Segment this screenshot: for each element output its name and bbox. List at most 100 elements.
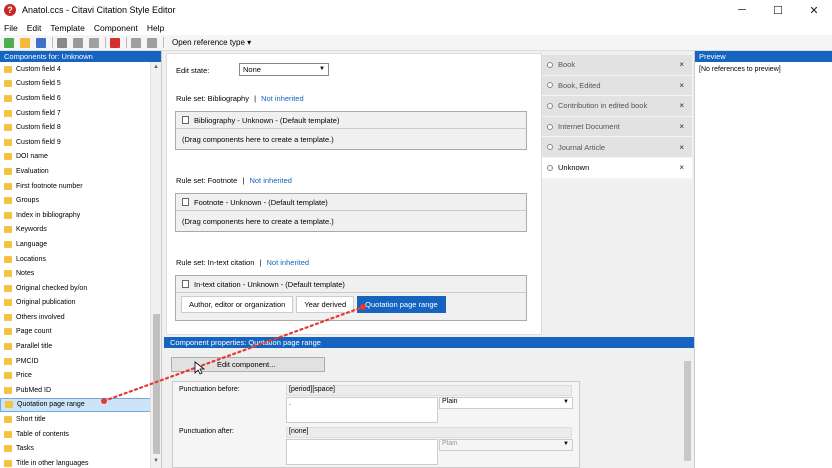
folder-icon — [4, 430, 12, 438]
component-item[interactable]: Parallel title — [0, 339, 151, 354]
component-item-label: Custom field 8 — [16, 124, 61, 132]
component-item[interactable]: First footnote number — [0, 179, 151, 194]
menu-help[interactable]: Help — [147, 23, 164, 33]
save-icon[interactable] — [36, 37, 46, 48]
close-icon[interactable]: × — [679, 101, 684, 110]
close-icon[interactable]: × — [679, 143, 684, 152]
punctuation-after-style-select: Plain ▼ — [439, 439, 573, 451]
not-inherited-link[interactable]: Not inherited — [249, 176, 292, 185]
not-inherited-link[interactable]: Not inherited — [261, 94, 304, 103]
component-chip-year[interactable]: Year derived — [296, 296, 355, 313]
component-item[interactable]: Quotation page range — [0, 397, 151, 413]
template-dropzone[interactable]: (Drag components here to create a templa… — [176, 211, 526, 231]
component-item[interactable]: Title in other languages — [0, 456, 151, 468]
edit-state-value: None — [243, 65, 261, 74]
menu-edit[interactable]: Edit — [27, 23, 42, 33]
component-item[interactable]: Original publication — [0, 296, 151, 311]
component-item[interactable]: Custom field 4 — [0, 62, 151, 77]
not-inherited-link[interactable]: Not inherited — [267, 258, 310, 267]
close-icon[interactable]: × — [679, 81, 684, 90]
punctuation-after-input[interactable] — [286, 439, 438, 465]
component-item[interactable]: Keywords — [0, 223, 151, 238]
redo-icon[interactable] — [147, 37, 157, 48]
menu-template[interactable]: Template — [50, 23, 85, 33]
properties-scrollbar[interactable] — [683, 351, 692, 468]
radio-icon — [547, 164, 553, 171]
minimize-button[interactable]: ─ — [724, 0, 760, 20]
folder-icon — [4, 124, 12, 132]
cut-icon[interactable] — [57, 37, 67, 48]
component-item[interactable]: Short title — [0, 412, 151, 427]
toolbar: Open reference type ▾ — [0, 35, 832, 51]
component-item-label: Custom field 7 — [16, 109, 61, 117]
folder-icon — [4, 182, 12, 190]
components-scrollbar[interactable]: ▲ ▼ — [150, 62, 161, 468]
components-header: Components for: Unknown — [0, 51, 161, 62]
component-item[interactable]: Page count — [0, 325, 151, 340]
reference-tab[interactable]: Book × — [542, 55, 692, 76]
open-reference-type-dropdown[interactable]: Open reference type ▾ — [172, 38, 251, 47]
folder-icon — [4, 328, 12, 336]
component-item[interactable]: Groups — [0, 193, 151, 208]
component-item[interactable]: Locations — [0, 252, 151, 267]
component-item[interactable]: Notes — [0, 266, 151, 281]
reference-tab[interactable]: Book, Edited × — [542, 75, 692, 97]
component-item-label: Index in bibliography — [16, 211, 81, 219]
properties-grid: Punctuation before: [period][space] . Pl… — [172, 381, 580, 468]
rule-set-footnote-label: Rule set: Footnote | Not inherited — [176, 176, 292, 185]
component-item[interactable]: Custom field 5 — [0, 77, 151, 92]
component-chip-quotation-page-range[interactable]: Quotation page range — [357, 296, 446, 313]
footnote-template[interactable]: Footnote - Unknown - (Default template) … — [175, 193, 527, 232]
component-item[interactable]: Others involved — [0, 310, 151, 325]
close-icon[interactable]: × — [679, 122, 684, 131]
component-item[interactable]: Custom field 9 — [0, 135, 151, 150]
component-item-label: Short title — [16, 416, 46, 424]
component-item[interactable]: PubMed ID — [0, 383, 151, 398]
component-item[interactable]: DOI name — [0, 150, 151, 165]
close-button[interactable]: ✕ — [796, 0, 832, 20]
open-icon[interactable] — [20, 37, 30, 48]
reference-tab[interactable]: Internet Document × — [542, 116, 692, 138]
component-item[interactable]: Custom field 8 — [0, 120, 151, 135]
component-chip-author[interactable]: Author, editor or organization — [181, 296, 294, 313]
reference-tab[interactable]: Unknown × — [542, 157, 692, 179]
copy-icon[interactable] — [73, 37, 83, 48]
scroll-thumb[interactable] — [684, 361, 691, 461]
component-item[interactable]: PMCID — [0, 354, 151, 369]
punctuation-before-style-select[interactable]: Plain ▼ — [439, 397, 573, 409]
maximize-button[interactable]: ☐ — [760, 0, 796, 20]
paste-icon[interactable] — [89, 37, 99, 48]
component-item[interactable]: Price — [0, 368, 151, 383]
template-dropzone[interactable]: (Drag components here to create a templa… — [176, 129, 526, 149]
component-item[interactable]: Evaluation — [0, 164, 151, 179]
component-item[interactable]: Language — [0, 237, 151, 252]
title-bar: ? Anatol.ccs - Citavi Citation Style Edi… — [0, 0, 832, 20]
folder-icon — [4, 65, 12, 73]
folder-icon — [4, 226, 12, 234]
menu-component[interactable]: Component — [94, 23, 138, 33]
bibliography-template[interactable]: Bibliography - Unknown - (Default templa… — [175, 111, 527, 150]
close-icon[interactable]: × — [679, 163, 684, 172]
reference-tab[interactable]: Contribution in edited book × — [542, 96, 692, 117]
scroll-up-icon[interactable]: ▲ — [153, 64, 159, 70]
close-icon[interactable]: × — [679, 60, 684, 69]
component-item[interactable]: Custom field 6 — [0, 91, 151, 106]
undo-icon[interactable] — [131, 37, 141, 48]
punctuation-before-input[interactable]: . — [286, 397, 438, 423]
scroll-thumb[interactable] — [153, 314, 160, 454]
component-item[interactable]: Original checked by/on — [0, 281, 151, 296]
scroll-down-icon[interactable]: ▼ — [153, 458, 159, 464]
component-item[interactable]: Custom field 7 — [0, 106, 151, 121]
component-item[interactable]: Index in bibliography — [0, 208, 151, 223]
chevron-down-icon: ▼ — [319, 66, 325, 72]
folder-icon — [4, 343, 12, 351]
component-item[interactable]: Table of contents — [0, 427, 151, 442]
new-icon[interactable] — [4, 37, 14, 48]
delete-icon[interactable] — [110, 37, 120, 48]
in-text-citation-template[interactable]: In-text citation - Unknown - (Default te… — [175, 275, 527, 321]
component-item[interactable]: Tasks — [0, 441, 151, 456]
menu-file[interactable]: File — [4, 23, 18, 33]
edit-component-button[interactable]: Edit component... — [171, 357, 325, 372]
edit-state-select[interactable]: None ▼ — [239, 63, 329, 76]
reference-tab[interactable]: Journal Article × — [542, 137, 692, 158]
